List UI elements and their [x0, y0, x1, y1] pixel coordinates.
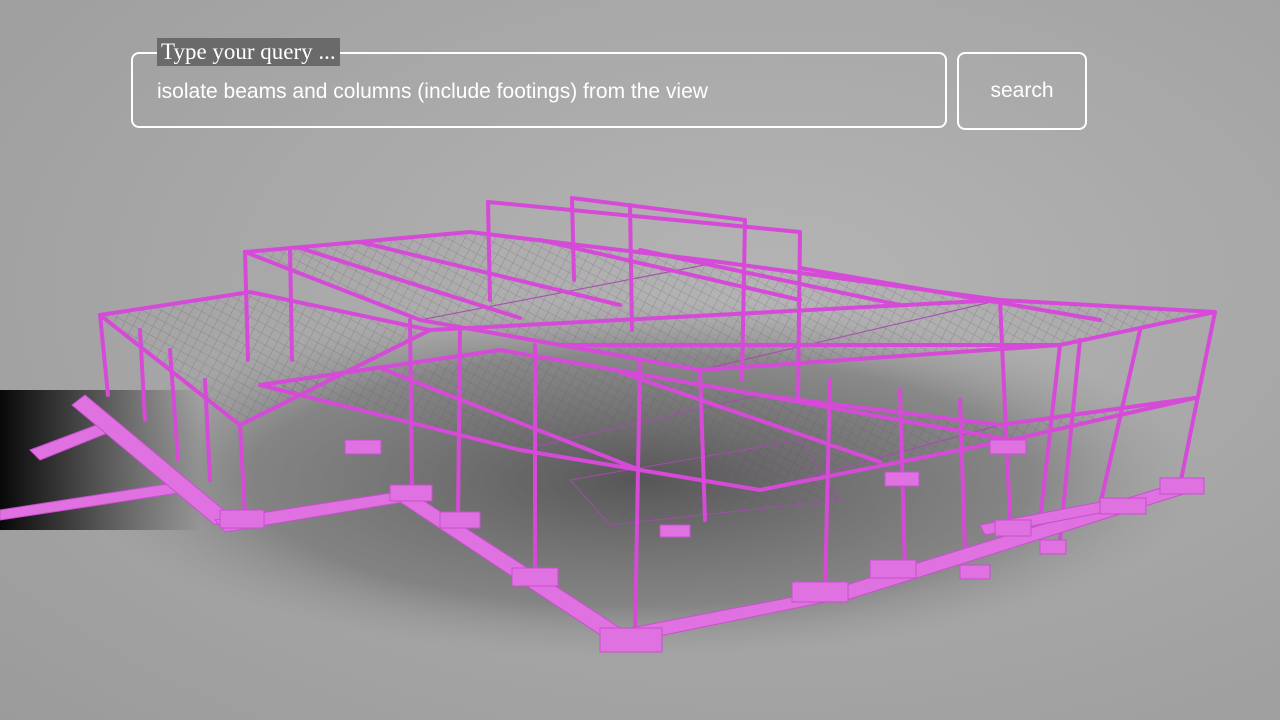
search-button[interactable]: search [957, 52, 1087, 130]
query-legend: Type your query ... [157, 38, 340, 66]
query-input[interactable] [157, 76, 917, 108]
query-fieldset: Type your query ... [131, 38, 947, 128]
model-viewport[interactable]: Type your query ... search [0, 0, 1280, 720]
